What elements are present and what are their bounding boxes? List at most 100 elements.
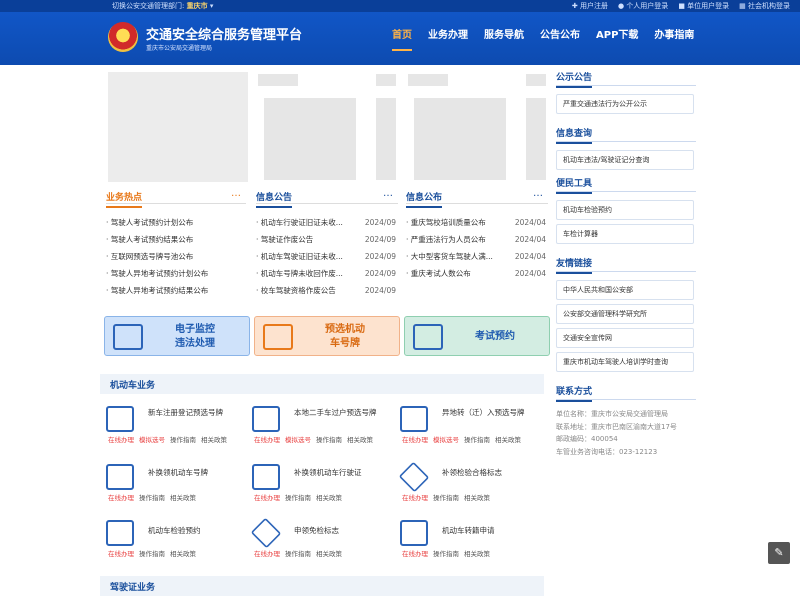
- sidebar-item-violation-publicity[interactable]: 严重交通违法行为公开公示: [556, 94, 694, 114]
- list-item[interactable]: · 严重违法行为人员公布 2024/04: [406, 231, 546, 248]
- nav-home[interactable]: 首页: [392, 26, 412, 51]
- list-item[interactable]: · 驾驶人异地考试预约计划公布: [106, 265, 248, 282]
- sidebar-item-violation-query[interactable]: 机动车违法/驾驶证记分查询: [556, 150, 694, 170]
- service-registration-transfer[interactable]: 机动车转籍申请 在线办理 操作指南 相关政策: [396, 518, 536, 562]
- service-name: 机动车转籍申请: [442, 526, 495, 535]
- more-icon[interactable]: …: [231, 188, 242, 199]
- sidebar-contact-header: 联系方式: [556, 384, 696, 402]
- nav-guide[interactable]: 办事指南: [654, 26, 694, 51]
- list-item[interactable]: · 重庆考试人数公布 2024/04: [406, 265, 546, 282]
- exemption-mark-icon: [250, 517, 282, 549]
- personal-login-link[interactable]: ● 个人用户登录: [618, 1, 668, 11]
- service-name: 本地二手车过户预选号牌: [294, 408, 377, 417]
- service-transfer-in[interactable]: 异地转（迁）入预选号牌 在线办理 模拟选号 操作指南 相关政策: [396, 404, 536, 448]
- notice-section-title: 信息公告: [256, 190, 293, 208]
- feedback-edit-icon[interactable]: ✎: [768, 542, 790, 564]
- exam-booking-button[interactable]: 考试预约: [404, 316, 550, 356]
- service-inspection-mark[interactable]: 补领检验合格标志 在线办理 操作指南 相关政策: [396, 461, 536, 506]
- guide-link[interactable]: 操作指南: [433, 550, 459, 558]
- contact-info: 单位名称：重庆市公安局交通管理局 联系地址：重庆市巴南区渝南大道17号 邮政编码…: [556, 408, 677, 458]
- sidebar-link-safety-publicity[interactable]: 交通安全宣传网: [556, 328, 694, 348]
- nav-app-download[interactable]: APP下载: [596, 26, 638, 51]
- electronic-monitoring-button[interactable]: 电子监控 违法处理: [104, 316, 250, 356]
- more-icon[interactable]: …: [383, 188, 394, 199]
- nav-announcements[interactable]: 公告公布: [540, 26, 580, 51]
- simulate-select-link[interactable]: 模拟选号: [139, 436, 165, 444]
- list-item[interactable]: · 大中型客货车驾驶人满... 2024/04: [406, 248, 546, 265]
- online-handle-link[interactable]: 在线办理: [402, 550, 428, 558]
- list-item[interactable]: · 校车驾驶资格作废公告 2024/09: [256, 282, 396, 299]
- policy-link[interactable]: 相关政策: [495, 436, 521, 444]
- guide-link[interactable]: 操作指南: [139, 550, 165, 558]
- service-exemption-mark[interactable]: 申领免检标志 在线办理 操作指南 相关政策: [248, 517, 388, 562]
- skeleton-block: [414, 98, 506, 180]
- city-switcher[interactable]: 切换公安交通管理部门: 重庆市 ▾: [112, 1, 213, 11]
- sidebar-link-training-query[interactable]: 重庆市机动车驾驶人培训学时查询: [556, 352, 694, 372]
- guide-link[interactable]: 操作指南: [285, 494, 311, 502]
- list-item[interactable]: · 重庆驾校培训质量公布 2024/04: [406, 214, 546, 231]
- list-item-date: 2024/04: [514, 252, 546, 261]
- more-icon[interactable]: …: [533, 188, 544, 199]
- list-item-text: 校车驾驶资格作废公告: [260, 286, 336, 295]
- service-used-car-transfer[interactable]: 本地二手车过户预选号牌 在线办理 模拟选号 操作指南 相关政策: [248, 404, 388, 448]
- site-subtitle: 重庆市公安局交通管理局: [146, 45, 213, 52]
- list-item[interactable]: · 驾驶证作废公告 2024/09: [256, 231, 396, 248]
- simulate-select-link[interactable]: 模拟选号: [433, 436, 459, 444]
- policy-link[interactable]: 相关政策: [464, 494, 490, 502]
- city-switch-label: 切换公安交通管理部门:: [112, 2, 185, 10]
- list-item-text: 重庆考试人数公布: [410, 269, 471, 278]
- sidebar-item-inspection-calculator[interactable]: 车检计算器: [556, 224, 694, 244]
- online-handle-link[interactable]: 在线办理: [108, 436, 134, 444]
- sidebar-gongshi-title: 公示公告: [556, 70, 593, 88]
- list-item[interactable]: · 驾驶人异地考试预约结果公布: [106, 282, 248, 299]
- guide-link[interactable]: 操作指南: [316, 436, 342, 444]
- sidebar-item-inspection-booking[interactable]: 机动车检验预约: [556, 200, 694, 220]
- publish-section-header: 信息公布 …: [406, 188, 548, 208]
- online-handle-link[interactable]: 在线办理: [254, 436, 280, 444]
- sidebar-link-research-institute[interactable]: 公安部交通管理科学研究所: [556, 304, 694, 324]
- unit-login-label: 单位用户登录: [687, 2, 730, 10]
- car-transfer-in-icon: [400, 406, 428, 432]
- online-handle-link[interactable]: 在线办理: [402, 494, 428, 502]
- online-handle-link[interactable]: 在线办理: [402, 436, 428, 444]
- guide-link[interactable]: 操作指南: [170, 436, 196, 444]
- guide-link[interactable]: 操作指南: [285, 550, 311, 558]
- unit-login-link[interactable]: ■ 单位用户登录: [678, 1, 729, 11]
- guide-link[interactable]: 操作指南: [433, 494, 459, 502]
- sidebar-query-header: 信息查询: [556, 126, 696, 144]
- online-handle-link[interactable]: 在线办理: [254, 550, 280, 558]
- org-login-link[interactable]: ▦ 社会机构登录: [739, 1, 790, 11]
- list-item[interactable]: · 驾驶人考试预约计划公布: [106, 214, 248, 231]
- list-item[interactable]: · 机动车行驶证旧证未收... 2024/09: [256, 214, 396, 231]
- service-inspection-booking[interactable]: 机动车检验预约 在线办理 操作指南 相关政策: [102, 518, 242, 562]
- policy-link[interactable]: 相关政策: [464, 550, 490, 558]
- online-handle-link[interactable]: 在线办理: [108, 494, 134, 502]
- nav-service-guide[interactable]: 服务导航: [484, 26, 524, 51]
- policy-link[interactable]: 相关政策: [170, 494, 196, 502]
- list-item[interactable]: · 机动车驾驶证旧证未收... 2024/09: [256, 248, 396, 265]
- service-replace-plate[interactable]: 补换领机动车号牌 在线办理 操作指南 相关政策: [102, 462, 242, 506]
- online-handle-link[interactable]: 在线办理: [108, 550, 134, 558]
- policy-link[interactable]: 相关政策: [316, 494, 342, 502]
- register-link[interactable]: ✚ 用户注册: [572, 1, 608, 11]
- simulate-select-link[interactable]: 模拟选号: [285, 436, 311, 444]
- sidebar-query-title: 信息查询: [556, 126, 593, 144]
- service-name: 补领检验合格标志: [442, 468, 502, 477]
- nav-business[interactable]: 业务办理: [428, 26, 468, 51]
- city-name[interactable]: 重庆市: [187, 2, 208, 10]
- chevron-down-icon[interactable]: ▾: [210, 2, 214, 10]
- policy-link[interactable]: 相关政策: [170, 550, 196, 558]
- guide-link[interactable]: 操作指南: [139, 494, 165, 502]
- list-item[interactable]: · 互联网预选号牌号池公布: [106, 248, 248, 265]
- policy-link[interactable]: 相关政策: [316, 550, 342, 558]
- list-item[interactable]: · 机动车号牌未收回作废... 2024/09: [256, 265, 396, 282]
- policy-link[interactable]: 相关政策: [201, 436, 227, 444]
- preselect-plate-button[interactable]: 预选机动 车号牌: [254, 316, 400, 356]
- policy-link[interactable]: 相关政策: [347, 436, 373, 444]
- list-item[interactable]: · 驾驶人考试预约结果公布: [106, 231, 248, 248]
- sidebar-link-ministry[interactable]: 中华人民共和国公安部: [556, 280, 694, 300]
- service-new-car-register[interactable]: 新车注册登记预选号牌 在线办理 模拟选号 操作指南 相关政策: [102, 404, 242, 448]
- guide-link[interactable]: 操作指南: [464, 436, 490, 444]
- online-handle-link[interactable]: 在线办理: [254, 494, 280, 502]
- service-replace-license[interactable]: 补换领机动车行驶证 在线办理 操作指南 相关政策: [248, 462, 388, 506]
